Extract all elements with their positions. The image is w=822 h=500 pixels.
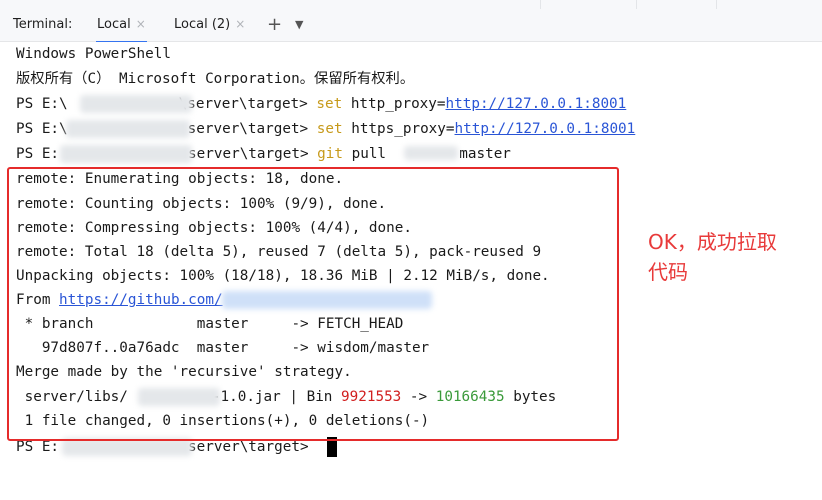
chevron-down-icon[interactable]: ▼ bbox=[295, 18, 303, 31]
tab-label: Local (2) bbox=[174, 17, 231, 32]
annotation-line-1: OK，成功拉取 bbox=[648, 230, 777, 254]
tab-local-2[interactable]: Local (2) × bbox=[174, 17, 245, 32]
close-icon[interactable]: × bbox=[136, 17, 146, 31]
proxy-link[interactable]: http://127.0.0.1:8001 bbox=[455, 121, 636, 137]
add-tab-icon[interactable]: + bbox=[267, 14, 282, 35]
terminal-toolbar: Terminal: Local × Local (2) × + ▼ bbox=[0, 9, 822, 43]
redacted-path bbox=[80, 95, 192, 113]
tab-local[interactable]: Local × bbox=[96, 17, 147, 43]
redacted-path bbox=[66, 120, 190, 138]
proxy-link[interactable]: http://127.0.0.1:8001 bbox=[446, 96, 627, 112]
tab-label: Local bbox=[97, 17, 131, 32]
terminal-label: Terminal: bbox=[13, 17, 73, 32]
redacted-path bbox=[60, 145, 192, 163]
redacted-remote bbox=[404, 146, 458, 160]
window-top-strip bbox=[0, 0, 822, 9]
output-line: 版权所有（C） Microsoft Corporation。保留所有权利。 bbox=[16, 71, 415, 87]
close-icon[interactable]: × bbox=[235, 17, 245, 31]
annotation-line-2: 代码 bbox=[648, 260, 688, 284]
highlight-box bbox=[7, 167, 619, 441]
output-line: Windows PowerShell bbox=[16, 46, 171, 62]
